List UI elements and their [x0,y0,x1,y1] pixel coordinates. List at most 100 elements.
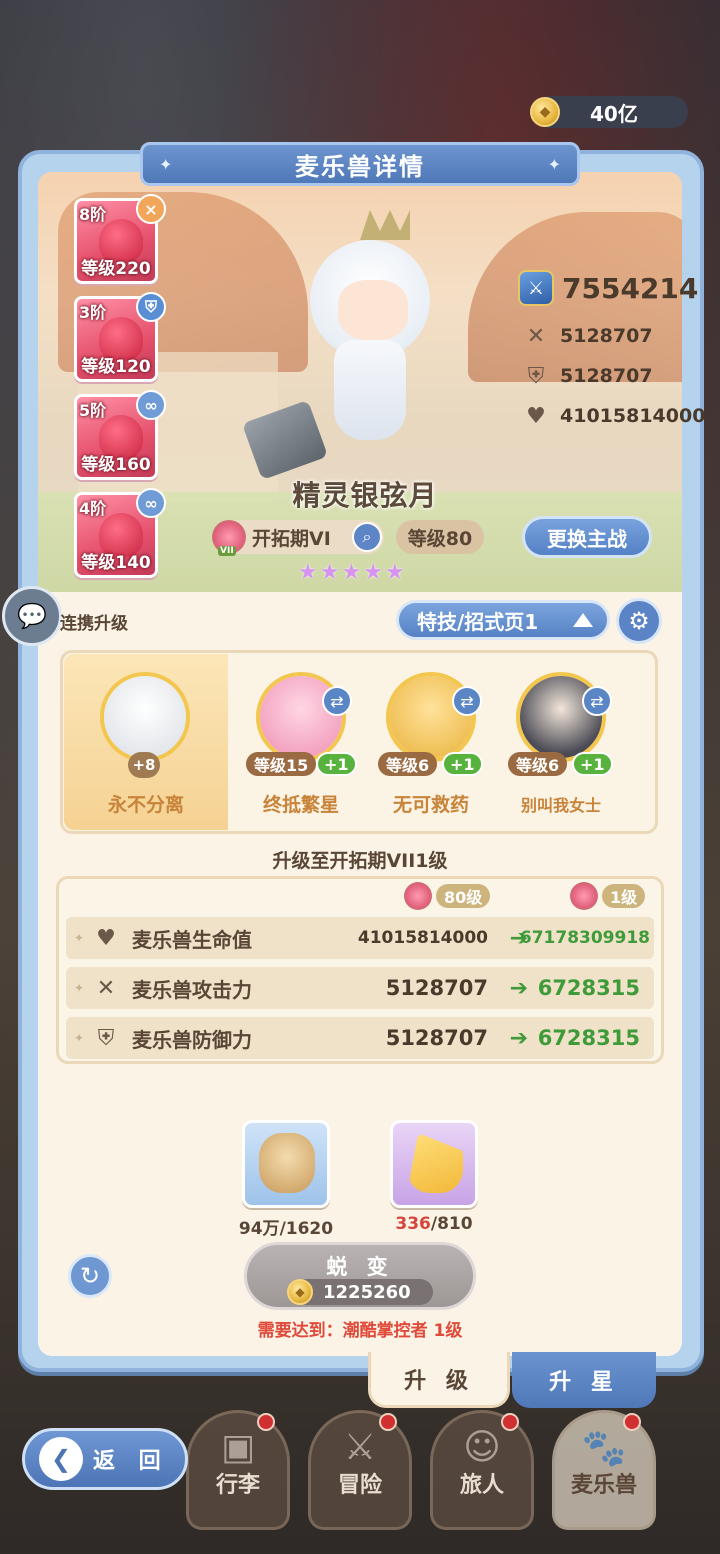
evolve-requirement: 需要达到：潮酷掌控者 1级 [257,1321,463,1341]
material-food-bag[interactable] [242,1120,330,1208]
swords-icon: ⚔ [343,1427,377,1468]
arrow-right-icon: ➔ [509,1025,528,1051]
combat-power: ⚔ 7554214 [518,270,698,306]
upgrade-row-defense: ✦ ⛨ 麦乐兽防御力 5128707 ➔ 6728315 [66,1017,654,1059]
evolve-cost: ◆ 1225260 [287,1279,433,1305]
stat-to-value: 6728315 [537,976,640,1000]
stat-to-value: 6728315 [537,1026,640,1050]
heart-icon: ♥ [96,925,116,951]
combat-power-icon: ⚔ [518,270,554,306]
nav-traveler[interactable]: ☺ 旅人 [430,1410,534,1530]
notification-dot [379,1413,397,1431]
main-skill-name: 永不分离 [107,794,184,816]
skill-page-label: 特技/招式页1 [417,609,539,634]
switch-main-button[interactable]: 更换主战 [522,516,652,558]
upgrade-row-attack: ✦ ✕ 麦乐兽攻击力 5128707 ➔ 6728315 [66,967,654,1009]
pet-slot-rank: 3阶 [79,303,107,322]
heart-icon: ♥ [526,403,546,429]
upgrade-title: 升级至开拓期VII1级 [272,850,448,872]
attack-stat: ✕ 5128707 [522,322,653,350]
flower-era-icon [404,882,432,910]
traveler-icon: ☺ [463,1427,501,1468]
flower-era-icon [570,882,598,910]
swap-icon[interactable]: ⇄ [582,686,612,716]
back-button[interactable]: ❮ 返 回 [22,1428,188,1490]
pet-name: 精灵银弦月 [292,479,438,512]
upgrade-row-hp: ✦ ♥ 麦乐兽生命值 41015814000 ➔ 67178309918 [66,917,654,959]
nav-label: 冒险 [337,1473,382,1498]
star-icon: ★ [341,560,362,585]
pet-slot-rank: 8阶 [79,205,107,224]
nav-label: 行李 [215,1473,260,1498]
shield-icon: ⛨ [97,1025,115,1051]
skill-name-1: 终抵繁星 [262,794,339,816]
pet-slot-level: 等级160 [81,455,151,475]
chat-bubble-icon[interactable]: 💬 [2,586,62,646]
material-need: /810 [430,1214,473,1234]
star-icon: ★ [298,560,318,585]
nav-adventure[interactable]: ⚔ 冒险 [308,1410,412,1530]
pet-character-model[interactable] [241,210,450,481]
star-icon: ★ [319,560,340,585]
hp-stat: ♥ 41015814000 [522,402,705,430]
tab-star-up[interactable]: 升 星 [512,1352,656,1408]
gold-coin-icon: ◆ [287,1279,313,1305]
material-have: 336 [395,1214,431,1234]
back-label: 返 回 [93,1449,169,1474]
tab-upgrade[interactable]: 升 级 [368,1352,510,1408]
skill-plus-tag: +1 [442,752,483,776]
material-need: /1620 [279,1219,334,1239]
skill-level-tag: 等级6 [378,752,438,776]
to-level-header: 1级 [570,882,646,910]
sparkle-icon: ✦ [74,1031,85,1045]
shield-icon: ⛨ [527,363,545,389]
defense-stat: ⛨ 5128707 [522,362,653,390]
era-pill: VII 开拓期VI ⌕ [212,520,384,556]
skill-level-tag: 等级6 [508,752,568,776]
material-cheese[interactable] [390,1120,478,1208]
pet-slot-level: 等级120 [81,357,151,377]
defense-value: 5128707 [560,365,653,387]
link-badge-icon[interactable]: ∞ [136,488,166,518]
gear-icon[interactable]: ⚙ [616,598,662,644]
luggage-icon: ▣ [220,1427,255,1468]
close-badge-icon[interactable]: × [136,194,166,224]
shield-badge-icon[interactable]: ⛨ [136,292,166,322]
cheese-icon [407,1133,463,1193]
era-label: 开拓期VI [252,527,331,550]
nav-pets[interactable]: 🐾 麦乐兽 [552,1410,656,1530]
main-skill-bonus: +8 [128,752,160,778]
panel-title: 麦乐兽详情 [295,152,425,181]
food-bag-icon [259,1133,315,1193]
sparkle-icon: ✦ [74,981,85,995]
triangle-up-icon [573,613,593,627]
evolve-button[interactable]: 蜕 变 ◆ 1225260 [244,1242,476,1310]
notification-dot [501,1413,519,1431]
star-icon: ★ [384,560,405,585]
currency-amount: 40亿 [590,101,638,126]
star-rating: ★ ★ ★ ★ ★ [298,560,405,585]
skill-page-dropdown[interactable]: 特技/招式页1 [396,600,610,640]
star-icon: ★ [363,560,383,585]
sparkle-icon: ✦ [74,931,85,945]
magnify-icon[interactable]: ⌕ [352,522,382,552]
material-count-2: 336/810 [374,1214,494,1234]
paw-icon: 🐾 [581,1428,627,1469]
stat-name: 麦乐兽防御力 [132,1027,252,1052]
from-level-tag: 80级 [436,884,491,908]
stat-from-value: 5128707 [385,976,488,1000]
link-badge-icon[interactable]: ∞ [136,390,166,420]
material-count-1: 94万/1620 [226,1214,346,1239]
currency-display[interactable]: ◆ 40亿 [530,96,688,128]
skill-plus-tag: +1 [572,752,613,776]
swap-icon[interactable]: ⇄ [452,686,482,716]
swords-icon: ✕ [526,323,546,349]
pet-slot-level: 等级140 [81,553,151,573]
swap-icon[interactable]: ⇄ [322,686,352,716]
nav-luggage[interactable]: ▣ 行李 [186,1410,290,1530]
flower-era-icon: VII [212,520,246,556]
refresh-icon[interactable]: ↻ [68,1254,112,1298]
combo-upgrade-label[interactable]: 连携升级 [60,609,128,634]
nav-label: 麦乐兽 [570,1473,637,1498]
evolve-label: 蜕 变 [326,1255,394,1279]
